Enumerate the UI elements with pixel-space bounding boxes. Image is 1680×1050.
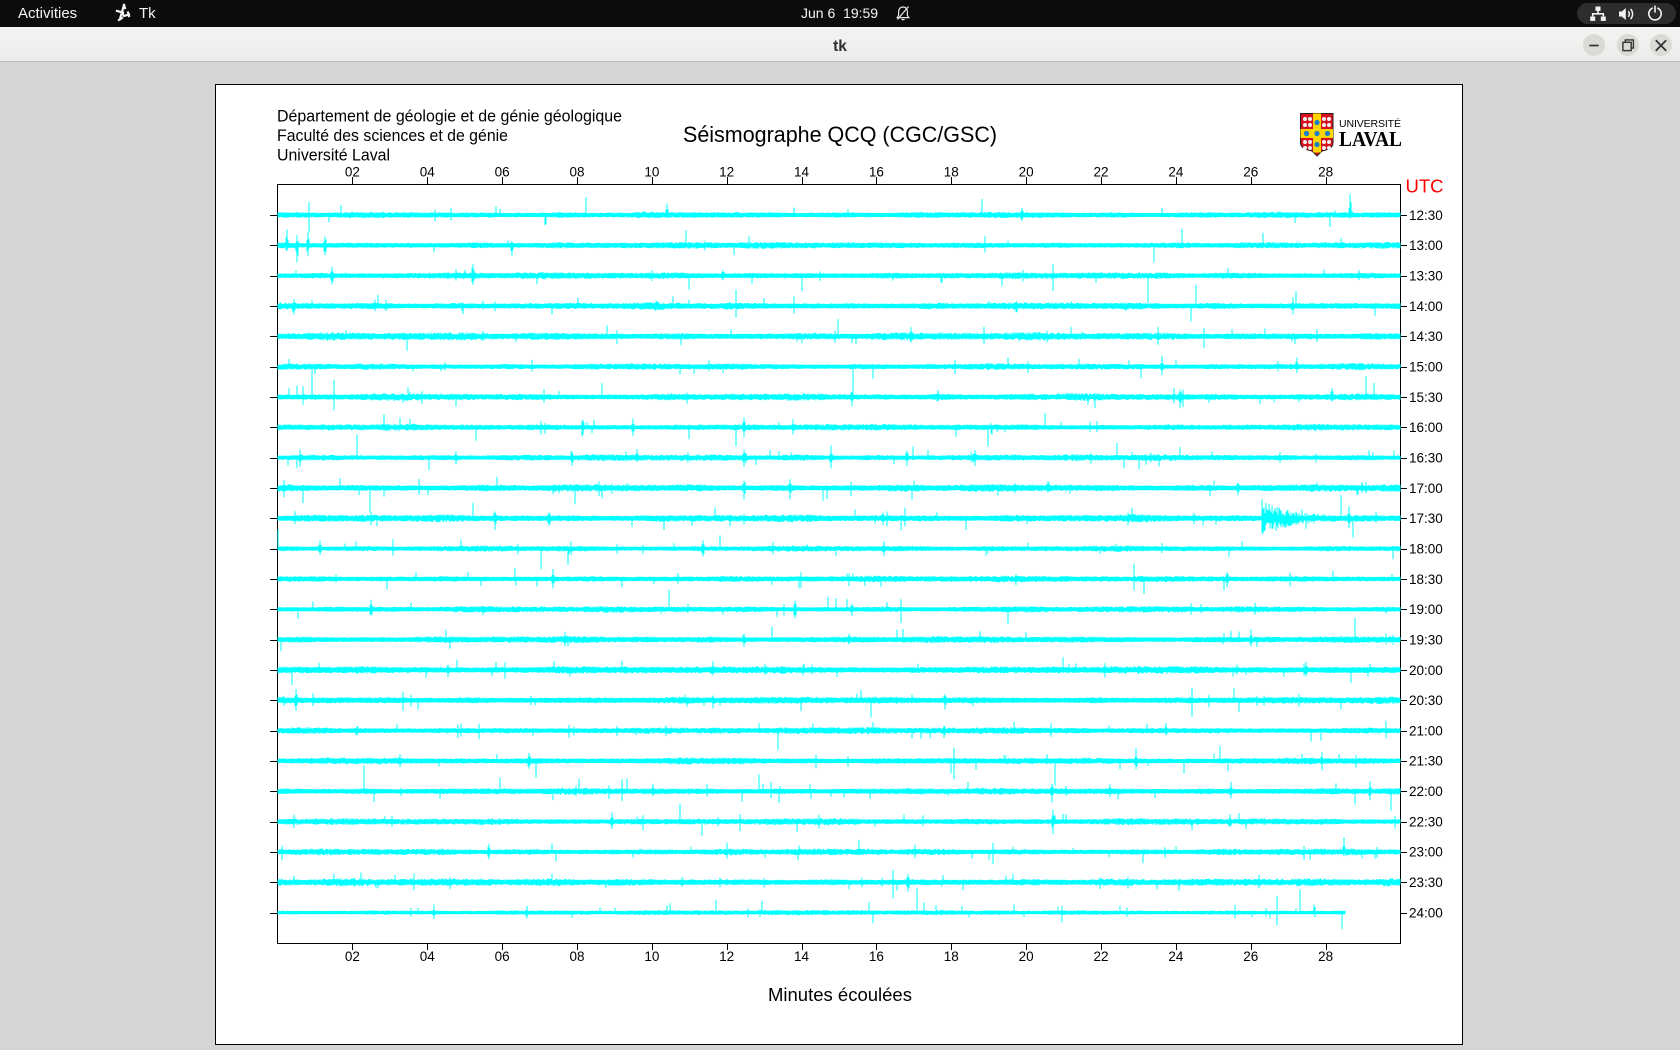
svg-text:14: 14 bbox=[794, 949, 810, 964]
svg-text:12: 12 bbox=[719, 165, 734, 180]
svg-text:19:00: 19:00 bbox=[1409, 602, 1443, 617]
svg-text:10: 10 bbox=[644, 165, 659, 180]
svg-text:18:30: 18:30 bbox=[1409, 572, 1443, 587]
svg-text:Université Laval: Université Laval bbox=[277, 147, 390, 165]
svg-text:14:30: 14:30 bbox=[1409, 329, 1443, 344]
svg-text:28: 28 bbox=[1318, 165, 1333, 180]
svg-text:24:00: 24:00 bbox=[1409, 905, 1443, 920]
svg-text:08: 08 bbox=[569, 165, 584, 180]
svg-text:Faculté des sciences et de gén: Faculté des sciences et de génie bbox=[277, 127, 508, 145]
svg-text:06: 06 bbox=[495, 165, 510, 180]
svg-text:12:30: 12:30 bbox=[1409, 208, 1443, 223]
svg-text:13:00: 13:00 bbox=[1409, 238, 1443, 253]
svg-text:17:00: 17:00 bbox=[1409, 481, 1443, 496]
svg-text:24: 24 bbox=[1168, 949, 1184, 964]
svg-text:23:00: 23:00 bbox=[1409, 845, 1443, 860]
svg-text:20: 20 bbox=[1019, 949, 1034, 964]
svg-text:13:30: 13:30 bbox=[1409, 268, 1443, 283]
svg-text:14:00: 14:00 bbox=[1409, 299, 1443, 314]
svg-text:21:30: 21:30 bbox=[1409, 754, 1443, 769]
svg-text:LAVAL: LAVAL bbox=[1339, 127, 1402, 151]
svg-text:16:30: 16:30 bbox=[1409, 450, 1443, 465]
svg-text:16: 16 bbox=[869, 165, 884, 180]
svg-text:17:30: 17:30 bbox=[1409, 511, 1443, 526]
svg-text:04: 04 bbox=[420, 165, 436, 180]
svg-text:22: 22 bbox=[1094, 949, 1109, 964]
svg-text:22:30: 22:30 bbox=[1409, 814, 1443, 829]
svg-text:16:00: 16:00 bbox=[1409, 420, 1443, 435]
svg-text:20:00: 20:00 bbox=[1409, 663, 1443, 678]
svg-text:02: 02 bbox=[345, 949, 360, 964]
svg-text:Minutes écoulées: Minutes écoulées bbox=[768, 984, 912, 1005]
svg-text:08: 08 bbox=[569, 949, 584, 964]
svg-text:15:00: 15:00 bbox=[1409, 359, 1443, 374]
svg-text:02: 02 bbox=[345, 165, 360, 180]
svg-text:28: 28 bbox=[1318, 949, 1333, 964]
svg-text:Département de géologie et de: Département de géologie et de génie géol… bbox=[277, 108, 622, 126]
svg-text:22:00: 22:00 bbox=[1409, 784, 1443, 799]
svg-text:18: 18 bbox=[944, 165, 959, 180]
svg-text:19:30: 19:30 bbox=[1409, 632, 1443, 647]
svg-text:18:00: 18:00 bbox=[1409, 541, 1443, 556]
svg-text:16: 16 bbox=[869, 949, 884, 964]
svg-text:26: 26 bbox=[1243, 165, 1258, 180]
svg-text:06: 06 bbox=[495, 949, 510, 964]
svg-text:20: 20 bbox=[1019, 165, 1034, 180]
svg-text:10: 10 bbox=[644, 949, 659, 964]
svg-text:18: 18 bbox=[944, 949, 959, 964]
svg-text:Séismographe QCQ (CGC/GSC): Séismographe QCQ (CGC/GSC) bbox=[683, 122, 997, 147]
svg-text:12: 12 bbox=[719, 949, 734, 964]
svg-text:23:30: 23:30 bbox=[1409, 875, 1443, 890]
svg-text:UTC: UTC bbox=[1406, 175, 1444, 196]
svg-text:15:30: 15:30 bbox=[1409, 390, 1443, 405]
svg-text:26: 26 bbox=[1243, 949, 1258, 964]
svg-text:20:30: 20:30 bbox=[1409, 693, 1443, 708]
svg-text:04: 04 bbox=[420, 949, 436, 964]
svg-text:14: 14 bbox=[794, 165, 810, 180]
svg-text:22: 22 bbox=[1094, 165, 1109, 180]
svg-text:21:00: 21:00 bbox=[1409, 723, 1443, 738]
svg-text:24: 24 bbox=[1168, 165, 1184, 180]
